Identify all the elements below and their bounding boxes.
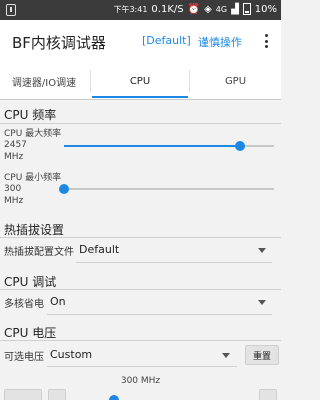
network-speed: 0.1K/S [151, 3, 184, 15]
cpu-min-frequency-thumb[interactable] [59, 184, 69, 194]
tab-divider [90, 70, 91, 92]
voltage-slider-thumb[interactable] [109, 395, 119, 400]
hotplug-header: 热插拔设置 [4, 223, 65, 237]
voltage-increase-button[interactable] [259, 389, 277, 400]
cpu-max-frequency-label: CPU 最大频率 [4, 129, 62, 139]
section-divider [0, 123, 281, 124]
cpu-tune-header: CPU 调试 [4, 275, 57, 289]
chevron-down-icon[interactable] [222, 353, 230, 358]
hotplug-profile-dropdown[interactable]: Default [79, 243, 119, 256]
multicore-powersave-label: 多核省电 [4, 299, 44, 310]
cpu-max-frequency-unit: MHz [4, 152, 24, 162]
hotplug-profile-label: 热插拔配置文件 [4, 247, 74, 258]
app-bar: BF内核调试器 [Default] 谨慎操作 [0, 20, 281, 62]
caution-button[interactable]: 谨慎操作 [198, 34, 242, 50]
cpu-frequency-header: CPU 频率 [4, 108, 57, 122]
cpu-min-frequency-label: CPU 最小频率 [4, 173, 62, 183]
slider-fill [64, 145, 241, 147]
dropdown-underline [47, 314, 272, 315]
wifi-icon: ◈ [204, 3, 212, 15]
multicore-powersave-dropdown[interactable]: On [50, 295, 66, 308]
active-tab-indicator [92, 96, 188, 98]
tab-gpu[interactable]: GPU [190, 62, 281, 100]
section-divider [0, 340, 281, 341]
voltage-decrease-button[interactable] [48, 389, 66, 400]
more-vert-icon[interactable] [259, 32, 273, 50]
voltage-value-button[interactable] [4, 389, 42, 400]
cpu-voltage-header: CPU 电压 [4, 326, 57, 340]
network-type: 4G [215, 4, 228, 14]
voltage-frequency-label: 300 MHz [120, 376, 161, 386]
status-time: 下午3:41 [113, 4, 148, 14]
status-bar: 下午3:41 0.1K/S ⏰ ◈ 4G ▟ 10% [0, 0, 281, 20]
battery-percent: 10% [254, 3, 277, 15]
section-divider [0, 237, 281, 238]
dropdown-underline [76, 262, 272, 263]
section-divider [0, 289, 281, 290]
cpu-min-frequency-value: 300 [4, 184, 22, 194]
cpu-max-frequency-thumb[interactable] [235, 141, 246, 151]
cpu-max-frequency-value: 2457 [4, 140, 27, 150]
chevron-down-icon[interactable] [258, 248, 266, 253]
app-title: BF内核调试器 [12, 34, 106, 52]
tab-bar: 调速器/IO调速 CPU GPU [0, 62, 281, 100]
chevron-down-icon[interactable] [258, 300, 266, 305]
tab-cpu[interactable]: CPU [92, 62, 188, 100]
voltage-option-dropdown[interactable]: Custom [50, 348, 92, 361]
dropdown-underline [47, 366, 237, 367]
voltage-option-label: 可选电压 [4, 352, 44, 363]
battery-icon [242, 3, 251, 15]
profile-button[interactable]: [Default] [142, 34, 191, 47]
cpu-min-frequency-slider[interactable] [64, 188, 274, 190]
cpu-settings-panel: CPU 频率 CPU 最大频率 2457 MHz CPU 最小频率 300 MH… [0, 100, 281, 400]
alarm-icon: ⏰ [187, 3, 201, 15]
cpu-min-frequency-unit: MHz [4, 196, 24, 206]
app-icon [6, 4, 16, 16]
signal-icon: ▟ [231, 3, 239, 15]
reset-button[interactable]: 重置 [245, 345, 279, 365]
tab-governor-io[interactable]: 调速器/IO调速 [0, 62, 88, 100]
